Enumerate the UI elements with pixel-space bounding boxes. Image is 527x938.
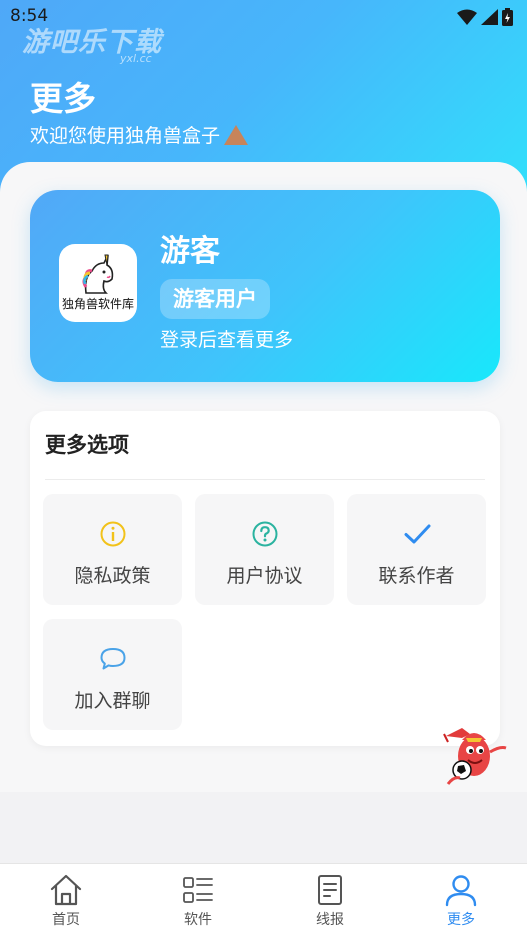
tab-label: 线报 <box>316 912 344 928</box>
user-name: 游客 <box>160 234 220 269</box>
status-icons <box>457 8 513 26</box>
option-label: 隐私政策 <box>74 565 151 587</box>
document-icon <box>318 875 342 905</box>
avatar: 独角兽软件库 <box>59 244 137 322</box>
more-options-card: 更多选项 隐私政策 用户协议 联系作者 加入群聊 <box>30 411 500 746</box>
check-icon <box>404 524 430 544</box>
user-icon <box>445 875 477 907</box>
home-icon <box>50 874 82 906</box>
signal-icon <box>481 9 498 25</box>
option-label: 加入群聊 <box>74 690 151 712</box>
option-join-group-chat[interactable]: 加入群聊 <box>43 619 182 730</box>
subtitle-text: 欢迎您使用独角兽盒子 <box>30 125 221 147</box>
tab-more[interactable]: 更多 <box>395 864 527 938</box>
page-title: 更多 <box>30 79 96 118</box>
chat-bubble-icon <box>100 648 125 670</box>
login-hint[interactable]: 登录后查看更多 <box>160 325 293 352</box>
tab-home[interactable]: 首页 <box>0 864 132 938</box>
unicorn-logo-icon <box>82 254 114 294</box>
user-role-badge: 游客用户 <box>160 279 270 319</box>
profile-card[interactable]: 独角兽软件库 游客 游客用户 登录后查看更多 <box>30 190 500 382</box>
info-icon <box>100 521 125 547</box>
tab-label: 更多 <box>447 912 475 928</box>
option-label: 联系作者 <box>378 565 455 587</box>
question-icon <box>252 521 277 547</box>
triangle-emoji-icon <box>224 124 249 145</box>
tab-deals[interactable]: 线报 <box>264 864 396 938</box>
list-grid-icon <box>183 877 213 903</box>
option-user-agreement[interactable]: 用户协议 <box>195 494 334 605</box>
page-subtitle: 欢迎您使用独角兽盒子 <box>30 121 249 148</box>
option-label: 用户协议 <box>226 565 303 587</box>
bottom-tab-bar: 首页 软件 线报 更多 <box>0 863 527 938</box>
battery-icon <box>502 8 513 26</box>
wifi-icon <box>457 9 477 25</box>
option-contact-author[interactable]: 联系作者 <box>347 494 486 605</box>
watermark-url: yxl.cc <box>120 52 152 65</box>
option-privacy-policy[interactable]: 隐私政策 <box>43 494 182 605</box>
floating-mascot-icon[interactable] <box>440 718 512 790</box>
avatar-caption: 独角兽软件库 <box>61 297 134 311</box>
tab-label: 首页 <box>52 912 80 928</box>
tab-software[interactable]: 软件 <box>132 864 264 938</box>
options-title: 更多选项 <box>45 433 129 457</box>
tab-label: 软件 <box>184 912 212 928</box>
divider <box>45 479 485 480</box>
